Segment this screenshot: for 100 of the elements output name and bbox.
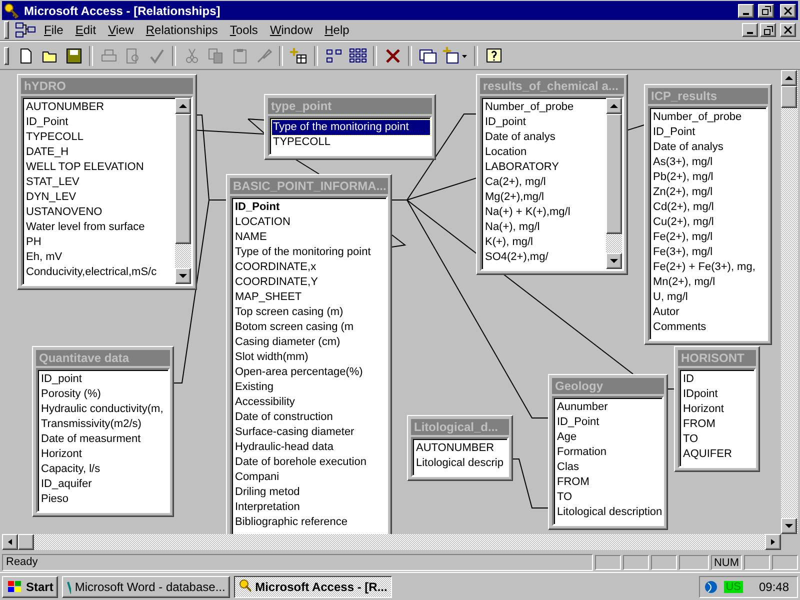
taskbar-button[interactable]: Microsoft Word - database... xyxy=(62,576,230,598)
table-window[interactable]: ICP_results Number_of_probe ID_Point Date of analys As(3+), mg/l Pb(2+), mg/l Zn(2+), mg/l Cd(2+), mg/l Cu(2+), mg/l Fe(2+), mg/l Fe(3+), mg/l Fe(2+) + Fe(3+), mg, Mn(2+), mg/l U, mg/l Autor Comments xyxy=(644,84,772,345)
window-close-button[interactable] xyxy=(780,4,796,18)
table-window[interactable]: Quantitave data ID_point Porosity (%) Hydraulic conductivity(m, Transmissivity(m2/s) Date of measurment Horizont Capacity, l/s ID_aquifer Pieso xyxy=(32,346,174,517)
field-item[interactable]: COORDINATE,Y xyxy=(234,275,319,290)
field-item[interactable]: Fe(3+), mg/l xyxy=(652,245,714,260)
field-item[interactable]: DYN_LEV xyxy=(25,190,78,205)
field-item[interactable]: Litological descrip xyxy=(415,456,504,471)
scroll-thumb[interactable] xyxy=(781,86,797,108)
scroll-up-button[interactable] xyxy=(606,98,622,114)
field-item[interactable]: FROM xyxy=(556,475,590,490)
field-item[interactable]: Water level from surface xyxy=(25,220,146,235)
field-item[interactable]: Date of measurment xyxy=(40,432,142,447)
scroll-left-button[interactable] xyxy=(2,534,18,550)
scroll-down-button[interactable] xyxy=(175,268,191,284)
field-item[interactable]: Na(+) + K(+),mg/l xyxy=(484,205,572,220)
field-item[interactable]: U, mg/l xyxy=(652,290,689,305)
menu-item[interactable]: View xyxy=(103,23,139,37)
field-item[interactable]: Ca(2+), mg/l xyxy=(484,175,547,190)
field-item[interactable]: Hydraulic-head data xyxy=(234,440,334,455)
toolbar-button[interactable] xyxy=(440,44,470,66)
window-minimize-button[interactable] xyxy=(738,4,754,18)
field-item[interactable]: Mg(2+),mg/l xyxy=(484,190,545,205)
toolbar-grip[interactable] xyxy=(4,46,9,64)
document-restore-button[interactable] xyxy=(760,23,776,37)
table-window[interactable]: hYDRO AUTONUMBER ID_Point TYPECOLL DATE_H WELL TOP ELEVATION STAT_LEV DYN_LEV USTANOVENO Water level from surface PH Eh, mV Conducivity,electrical,mS/c xyxy=(17,74,197,290)
field-item[interactable]: Eh, mV xyxy=(25,250,64,265)
scroll-thumb[interactable] xyxy=(175,114,191,244)
field-item[interactable]: FROM xyxy=(682,417,716,432)
field-item[interactable]: IDpoint xyxy=(682,387,719,402)
field-item[interactable]: Compani xyxy=(234,470,280,485)
field-item[interactable]: AUTONUMBER xyxy=(415,441,496,456)
field-item[interactable]: ID_Point xyxy=(556,415,600,430)
field-item[interactable]: LABORATORY xyxy=(484,160,560,175)
field-item[interactable]: Clas xyxy=(556,460,580,475)
field-item[interactable]: LOCATION xyxy=(234,215,292,230)
menu-item[interactable]: Window xyxy=(264,23,318,37)
field-item[interactable]: TYPECOLL xyxy=(25,130,84,145)
field-item[interactable]: NAME xyxy=(234,230,268,245)
field-item[interactable]: Horizont xyxy=(40,447,83,462)
window-restore-button[interactable] xyxy=(758,4,774,18)
table-window[interactable]: Litological_d... AUTONUMBER Litological descrip xyxy=(407,415,513,481)
field-item[interactable]: Transmissivity(m2/s) xyxy=(40,417,142,432)
field-item[interactable]: TO xyxy=(682,432,700,447)
field-item[interactable]: Top screen casing (m) xyxy=(234,305,344,320)
field-item[interactable]: AQUIFER xyxy=(682,447,733,462)
vertical-scrollbar[interactable] xyxy=(781,70,798,534)
scroll-down-button[interactable] xyxy=(781,518,797,534)
field-item[interactable]: ID_point xyxy=(40,372,83,387)
field-item[interactable]: COORDINATE,x xyxy=(234,260,318,275)
field-item[interactable]: Slot width(mm) xyxy=(234,350,310,365)
field-item[interactable]: Cu(2+), mg/l xyxy=(652,215,715,230)
field-item[interactable]: AUTONUMBER xyxy=(25,100,106,115)
field-item[interactable]: SO4(2+),mg/ xyxy=(484,250,550,265)
field-item[interactable]: ID xyxy=(682,372,695,387)
field-item[interactable]: Conducivity,electrical,mS/c xyxy=(25,265,158,280)
field-item[interactable]: Age xyxy=(556,430,578,445)
field-item[interactable]: Pb(2+), mg/l xyxy=(652,170,714,185)
field-item[interactable]: Capacity, l/s xyxy=(40,462,102,477)
field-item[interactable]: Location xyxy=(484,145,528,160)
field-item[interactable]: PH xyxy=(25,235,42,250)
field-item[interactable]: Porosity (%) xyxy=(40,387,102,402)
table-window[interactable]: type_point Type of the monitoring point TYPECOLL xyxy=(264,94,436,160)
field-item[interactable]: Litological description xyxy=(556,505,664,520)
scroll-thumb[interactable] xyxy=(606,114,622,234)
field-item[interactable]: MAP_SHEET xyxy=(234,290,303,305)
list-scrollbar[interactable] xyxy=(175,98,191,284)
field-item[interactable]: Botom screen casing (m xyxy=(234,320,355,335)
document-minimize-button[interactable] xyxy=(742,23,758,37)
scroll-thumb[interactable] xyxy=(18,534,34,550)
field-item[interactable]: Bibliographic reference xyxy=(234,515,349,530)
menu-item[interactable]: Relationships xyxy=(140,23,223,37)
field-item[interactable]: Interpretation xyxy=(234,500,301,515)
field-item[interactable]: ID_Point xyxy=(652,125,696,140)
field-item[interactable]: Date of construction xyxy=(234,410,334,425)
field-item[interactable]: Cd(2+), mg/l xyxy=(652,200,715,215)
scroll-down-button[interactable] xyxy=(606,253,622,269)
field-item[interactable]: Mn(2+), mg/l xyxy=(652,275,716,290)
field-item[interactable]: Open-area percentage(%) xyxy=(234,365,364,380)
taskbar-button[interactable]: Microsoft Access - [R... xyxy=(234,576,392,598)
field-item[interactable]: TO xyxy=(556,490,574,505)
field-item[interactable]: ID_point xyxy=(484,115,527,130)
field-item[interactable]: TYPECOLL xyxy=(272,135,332,150)
document-close-button[interactable] xyxy=(780,23,796,37)
start-button[interactable]: Start xyxy=(2,576,58,598)
list-scrollbar[interactable] xyxy=(606,98,622,269)
field-item[interactable]: Autor xyxy=(652,305,680,320)
scroll-up-button[interactable] xyxy=(175,98,191,114)
field-item[interactable]: Hydraulic conductivity(m, xyxy=(40,402,164,417)
field-item[interactable]: Fe(2+), mg/l xyxy=(652,230,714,245)
field-item[interactable]: USTANOVENO xyxy=(25,205,104,220)
field-item[interactable]: Type of the monitoring point xyxy=(272,120,430,135)
field-item[interactable]: Surface-casing diameter xyxy=(234,425,356,440)
field-item[interactable]: Horizont xyxy=(682,402,725,417)
menu-bar-grip[interactable] xyxy=(4,21,9,39)
field-item[interactable]: ID_aquifer xyxy=(40,477,93,492)
menu-item[interactable]: Help xyxy=(320,23,354,37)
field-item[interactable]: K(+), mg/l xyxy=(484,235,534,250)
scroll-right-button[interactable] xyxy=(765,534,781,550)
field-item[interactable]: Number_of_probe xyxy=(652,110,743,125)
